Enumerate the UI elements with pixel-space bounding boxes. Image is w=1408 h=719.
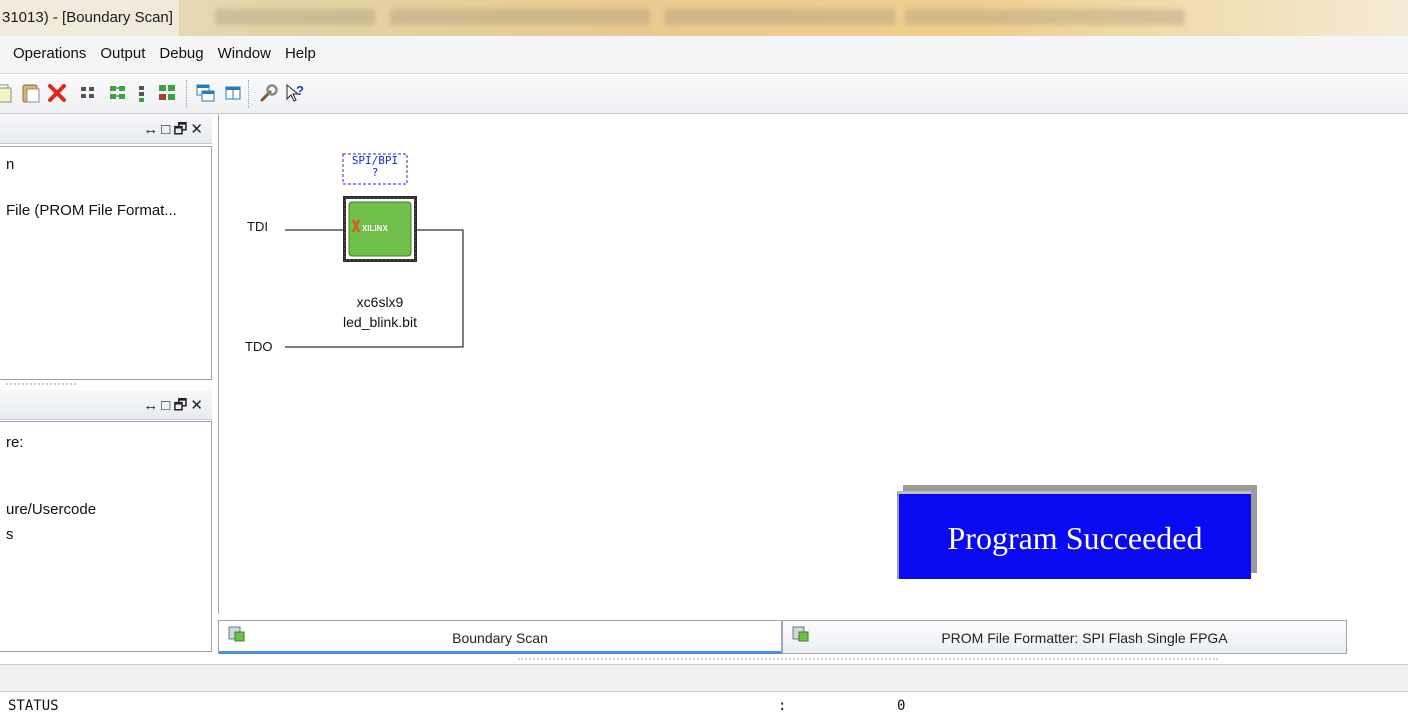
delete-icon[interactable] [46,82,68,104]
console-key: STATUS [8,698,59,714]
title-bar: 31013) - [Boundary Scan] [0,0,1408,36]
panel-header-operations: ↔□🗗✕ [0,390,212,420]
context-help-icon[interactable]: ? [284,82,306,104]
toolbar-separator [186,80,188,108]
cascade-window-icon[interactable] [194,82,216,104]
tdi-label: TDI [247,219,268,234]
chain-assign-icon[interactable] [156,82,178,104]
tdo-label: TDO [245,339,273,354]
tab-label: Boundary Scan [452,630,548,646]
blurred-title-text [665,9,895,25]
menu-window[interactable]: Window [211,36,278,74]
operation-item-signature[interactable]: re: [6,434,24,451]
flows-panel: n File (PROM File Format... [0,146,212,380]
panel-controls[interactable]: ↔□🗗✕ [143,119,206,144]
tab-splitter[interactable] [518,658,1218,661]
tile-window-icon[interactable] [222,82,244,104]
menu-bar: Operations Output Debug Window Help [0,36,1408,74]
operation-item-usercode[interactable]: ure/Usercode [6,501,96,518]
chip-logo-text: XILINX [362,224,388,233]
copy-icon[interactable] [0,82,14,104]
menu-help[interactable]: Help [278,36,323,74]
panel-controls[interactable]: ↔□🗗✕ [143,395,206,420]
toolbar: ? [0,74,1408,114]
flows-item-truncated[interactable]: n [6,156,14,173]
blurred-title-text [390,9,650,25]
grid-icon[interactable] [77,82,99,104]
menu-operations[interactable]: Operations [6,36,93,74]
console-value: 0 [897,698,906,714]
svg-text:?: ? [296,83,304,98]
wrench-icon[interactable] [258,82,280,104]
menu-debug[interactable]: Debug [152,36,210,74]
panel-header-flows: ↔□🗗✕ [0,114,212,144]
tab-prom-file-formatter[interactable]: PROM File Formatter: SPI Flash Single FP… [782,620,1347,654]
blurred-title-text [905,9,1185,25]
tab-boundary-scan[interactable]: Boundary Scan [218,620,782,654]
bitfile-name: led_blink.bit [343,314,417,330]
menu-output[interactable]: Output [93,36,152,74]
operation-item-status[interactable]: s [6,526,14,543]
operations-panel: re: ure/Usercode s [0,421,212,652]
chain-small-icon[interactable] [133,82,155,104]
blurred-title-text [215,9,375,25]
toolbar-separator [248,80,250,108]
impact-window: 31013) - [Boundary Scan] Operations Outp… [0,0,1408,719]
window-title: 31013) - [Boundary Scan] [0,0,179,36]
paste-icon[interactable] [20,82,42,104]
status-bar [0,664,1408,692]
tab-label: PROM File Formatter: SPI Flash Single FP… [941,630,1228,646]
panel-splitter[interactable] [6,379,76,385]
console-separator: : [778,698,787,714]
program-succeeded-banner: Program Succeeded [897,491,1251,579]
initialize-chain-icon[interactable] [107,82,129,104]
flash-unknown-label: ? [371,166,379,179]
console-output: STATUS : 0 [0,692,1408,719]
document-tabs: Boundary Scan PROM File Formatter: SPI F… [218,614,1408,664]
prom-tab-icon [792,626,809,642]
device-name: xc6slx9 [356,294,404,310]
flows-item-prom-file[interactable]: File (PROM File Format... [6,202,177,219]
